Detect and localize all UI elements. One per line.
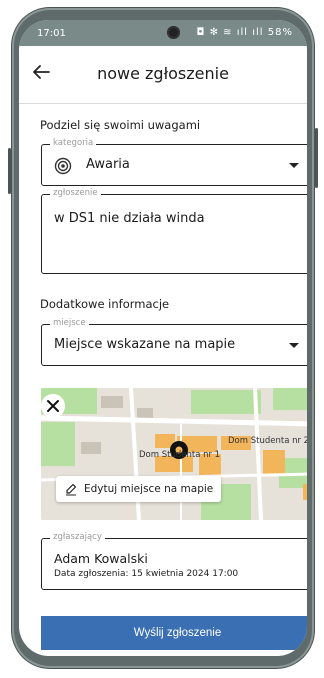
map-label-dom-studenta-2: Dom Studenta nr 2 <box>228 436 307 446</box>
edit-location-button[interactable]: Edytuj miejsce na mapie <box>56 476 222 502</box>
place-label: miejsce <box>50 318 89 328</box>
app-bar: nowe zgłoszenie <box>19 46 307 104</box>
reporter-name: Adam Kowalski <box>54 551 148 566</box>
report-textarea[interactable]: zgłoszenie w DS1 nie działa winda <box>41 188 307 274</box>
extra-section-title: Dodatkowe informacje <box>40 297 170 311</box>
report-text: w DS1 nie działa winda <box>54 211 205 226</box>
place-select[interactable]: miejsce Miejsce wskazane na mapie <box>41 318 307 366</box>
chevron-down-icon <box>289 163 299 168</box>
battery-level: 58% <box>267 27 293 38</box>
status-time: 17:01 <box>37 28 66 39</box>
place-value: Miejsce wskazane na mapie <box>54 337 236 352</box>
page-title: nowe zgłoszenie <box>97 64 229 83</box>
phone-side-button <box>8 148 11 194</box>
category-label: kategoria <box>50 138 97 148</box>
map-label-dom-studenta-1: Dom Studenta nr 1 <box>139 450 221 460</box>
report-date: Data zgłoszenia: 15 kwietnia 2024 17:00 <box>54 569 239 579</box>
connectivity-icons: ◘ ✻ ≋ ıll ıll <box>196 27 264 38</box>
category-value: Awaria <box>86 157 130 172</box>
reporter-label: zgłaszający <box>50 532 105 542</box>
edit-pin-icon <box>66 483 77 496</box>
report-label: zgłoszenie <box>50 188 101 198</box>
category-select[interactable]: kategoria Awaria <box>41 138 307 186</box>
close-icon[interactable] <box>41 394 65 418</box>
feedback-section-title: Podziel się swoimi uwagami <box>40 118 201 132</box>
submit-button[interactable]: Wyślij zgłoszenie <box>41 616 307 650</box>
status-bar: 17:01 ◘ ✻ ≋ ıll ıll 58% <box>19 20 307 46</box>
phone-side-button <box>315 128 318 188</box>
edit-location-label: Edytuj miejsce na mapie <box>84 483 214 495</box>
target-icon <box>54 157 72 175</box>
status-icons: ◘ ✻ ≋ ıll ıll 58% <box>197 27 293 38</box>
chevron-down-icon <box>289 343 299 348</box>
reporter-field: zgłaszający Adam Kowalski Data zgłoszeni… <box>41 532 307 590</box>
map-preview[interactable]: Dom Studenta nr 2 Dom Studenta nr 1 Edyt… <box>41 388 307 520</box>
app-screen: 17:01 ◘ ✻ ≋ ıll ıll 58% nowe zgłoszenie … <box>19 20 307 656</box>
front-camera-icon <box>167 26 180 39</box>
